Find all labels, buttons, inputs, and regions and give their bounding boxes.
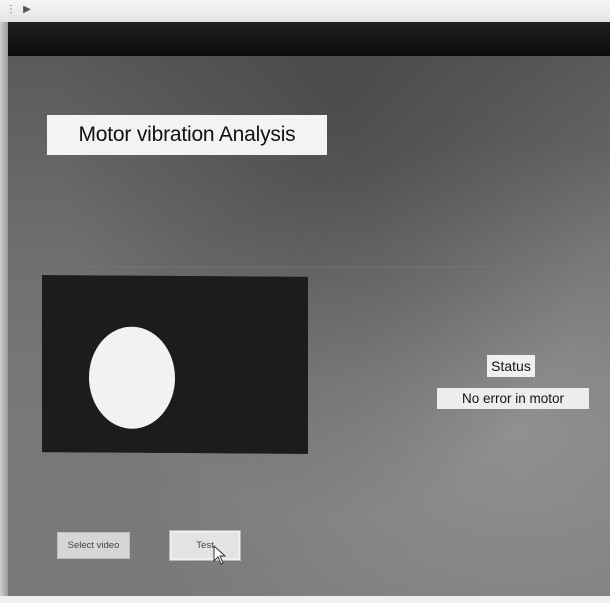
- monitor-left-edge: [0, 22, 8, 603]
- mouse-pointer-icon: [213, 545, 227, 565]
- status-value: No error in motor: [437, 388, 589, 409]
- screen: ⋮ ▶ Motor vibration Analysis Status No e…: [0, 0, 610, 603]
- monitor-bottom-edge: [0, 596, 610, 603]
- nav-arrows: ⋮ ▶: [4, 3, 34, 17]
- chevron-left-icon[interactable]: ⋮: [4, 3, 18, 17]
- select-video-button[interactable]: Select video: [57, 532, 130, 559]
- window-top-strip: ⋮ ▶: [0, 0, 610, 22]
- screen-scanline: [8, 266, 610, 268]
- video-preview-canvas: [42, 275, 308, 454]
- play-right-icon[interactable]: ▶: [20, 3, 34, 17]
- window-header-band: [8, 22, 610, 56]
- title-box: Motor vibration Analysis: [47, 115, 327, 155]
- video-preview-panel: [42, 275, 308, 454]
- detected-motor-ellipse: [89, 326, 175, 429]
- test-button[interactable]: Test: [169, 530, 241, 561]
- page-title: Motor vibration Analysis: [78, 123, 296, 146]
- video-frame-background: [42, 275, 308, 454]
- status-label: Status: [487, 355, 535, 377]
